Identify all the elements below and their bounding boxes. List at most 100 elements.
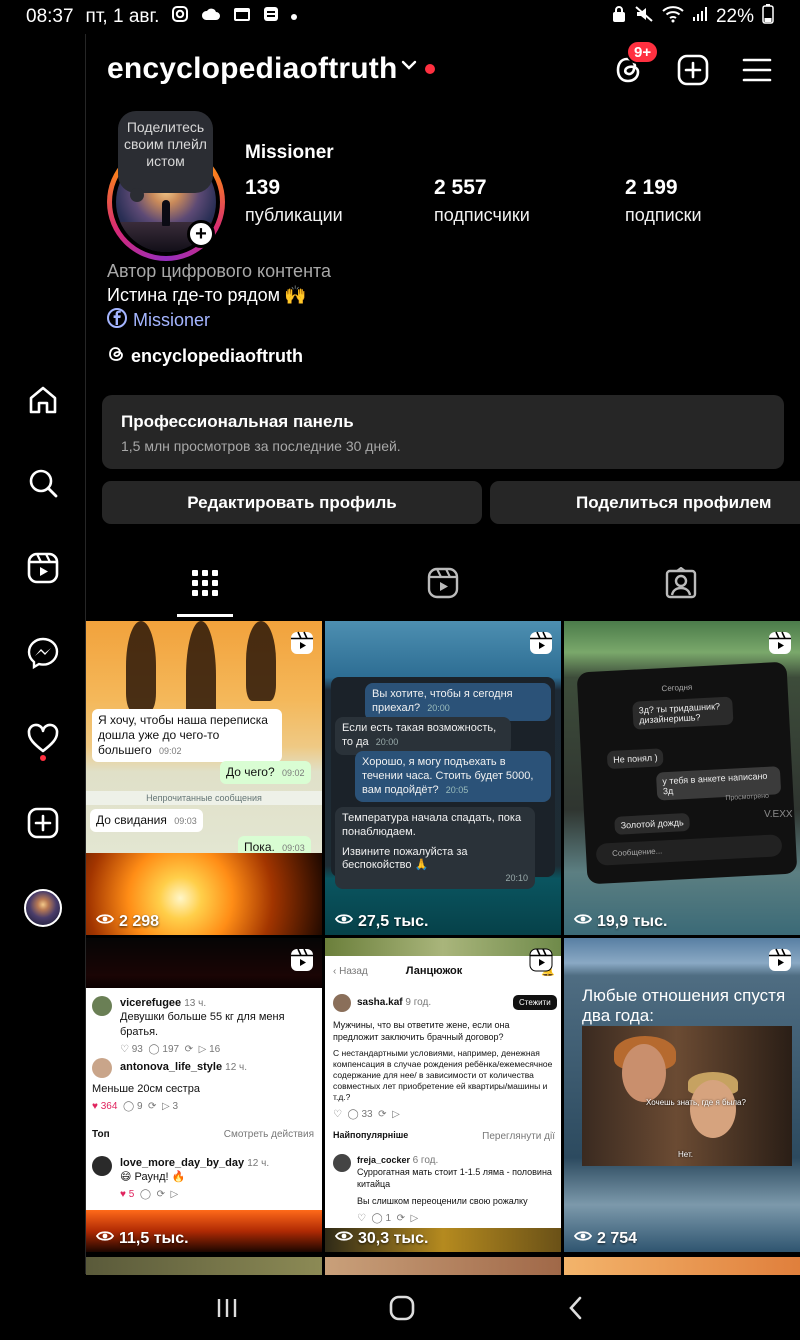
chevron-down-icon[interactable] [400,58,418,77]
reel-icon [768,948,792,977]
see-activity-link: Смотреть действия [223,1129,314,1140]
tab-grid[interactable] [177,556,233,614]
wheat-silhouette [246,621,276,701]
wifi-icon [662,5,684,29]
instagram-icon [171,5,189,29]
search-icon[interactable] [22,462,64,504]
view-count: 27,5 тыс. [334,912,429,931]
view-count-value: 27,5 тыс. [358,912,429,930]
thread-time: 6 год. [412,1155,439,1166]
username[interactable]: encyclopediaoftruth [107,52,398,86]
chat-time: 09:02 [158,746,182,756]
view-count-value: 2 298 [119,912,160,930]
like-count: 5 [128,1188,135,1200]
grid-post[interactable]: ‹ Назад Ланцюжок 🔔 sasha.kaf 9 год. Стеж… [325,938,561,1252]
thread-post: freja_cocker 6 год. Суррогатная мать сто… [357,1154,553,1225]
thread-post: vicerefugee 13 ч. Девушки больше 55 кг д… [120,996,316,1056]
profile-tabs [86,556,800,618]
chat-message-out: Вы хотите, чтобы я сегодня приехал? 20:0… [365,683,551,721]
status-time: 08:37 [26,6,74,27]
activity-dot [40,755,46,761]
grid-post[interactable] [86,1257,322,1275]
tab-tagged[interactable] [653,556,709,614]
grid-post[interactable]: Любые отношения спустя два года: Хочешь … [564,938,800,1252]
grid-post[interactable]: vicerefugee 13 ч. Девушки больше 55 кг д… [86,938,322,1252]
thread-text: 😄 Раунд! 🔥 [120,1171,186,1184]
thread-sort-row: Топ Смотреть действия [92,1128,314,1141]
posts-count: 139 [245,176,281,199]
message-input-placeholder: Сообщение... [611,846,663,859]
reel-icon [290,948,314,977]
chat-message-in: До свидания 09:03 [90,809,203,832]
grid-post[interactable]: Вы хотите, чтобы я сегодня приехал? 20:0… [325,621,561,935]
chat-time: 09:02 [282,768,305,778]
share-profile-button[interactable]: Поделиться профилем [490,481,800,524]
view-count-value: 11,5 тыс. [119,1229,189,1247]
heart-icon[interactable] [22,718,64,760]
notification-dot [291,14,298,20]
home-button-icon[interactable] [382,1292,422,1324]
bio-text: Истина где-то рядом [107,285,280,305]
post-caption: Любые отношения спустя два года: [582,986,786,1025]
eye-icon [95,912,115,931]
followers-stat[interactable]: 2 557 подписчики [434,176,530,226]
posts-label: публикации [245,205,343,225]
threads-profile-link[interactable]: encyclopediaoftruth [107,344,303,369]
thread-time: 9 год. [405,997,432,1008]
reels-icon[interactable] [22,547,64,589]
back-icon[interactable] [556,1292,596,1324]
thread-avatar [92,1058,112,1078]
thread-username: freja_cocker [357,1155,411,1165]
thread-text: Девушки больше 55 кг для меня братья. [120,1011,285,1038]
view-count: 2 298 [95,912,160,931]
thread-author: sasha.kaf 9 год. [357,996,431,1009]
grid-post[interactable]: Сегодня 3д? ты тридашник? дизайнеришь? Н… [564,621,800,935]
posts-stat[interactable]: 139 публикации [245,176,343,226]
menu-icon[interactable] [737,50,777,90]
tab-reels[interactable] [415,556,471,614]
chat-time: 09:03 [174,816,197,826]
comment-count: 33 [361,1109,373,1120]
professional-dashboard[interactable]: Профессиональная панель 1,5 млн просмотр… [102,395,784,469]
chat-time: 20:10 [505,873,528,883]
thread-avatar [92,996,112,1016]
grid-post[interactable] [325,1257,561,1275]
grid-post[interactable] [564,1257,800,1275]
view-count: 11,5 тыс. [95,1229,189,1248]
create-icon[interactable] [673,50,713,90]
facebook-link[interactable]: Missioner [107,308,210,333]
thread-actions: ♥ 5 ◯ ⟳ ▷ [120,1188,179,1200]
comment-count: 197 [162,1043,180,1055]
phone-screen: Сегодня 3д? ты тридашник? дизайнеришь? Н… [576,661,798,885]
home-icon[interactable] [22,379,64,421]
account-notification-dot [425,64,435,74]
back-link: ‹ Назад [333,965,368,977]
followers-count: 2 557 [434,176,487,199]
reel-icon [768,631,792,660]
grid-post[interactable]: Я хочу, чтобы наша переписка дошла уже д… [86,621,322,935]
thread-username: antonova_life_style [120,1061,223,1073]
following-stat[interactable]: 2 199 подписки [625,176,702,226]
chat-time: 20:00 [375,736,399,747]
avatar[interactable] [22,887,64,929]
edit-profile-button[interactable]: Редактировать профиль [102,481,482,524]
calendar-icon [233,6,251,28]
view-activity-link: Переглянути дії [482,1131,555,1142]
pro-panel-title: Профессиональная панель [121,412,354,431]
thread-nav: ‹ Назад Ланцюжок 🔔 [333,964,555,978]
reel-icon [529,631,553,660]
view-count-value: 2 754 [597,1229,638,1247]
view-count-value: 19,9 тыс. [597,912,668,930]
note-bubble[interactable]: Поделитесь своим плейлистом [118,111,213,193]
thread-time: 12 ч. [247,1158,270,1169]
thread-avatar [333,994,351,1012]
thread-text: Вы слишком переоценили свою рожалку [357,1196,528,1207]
recent-apps-icon[interactable] [207,1292,247,1324]
messenger-icon[interactable] [22,632,64,674]
create-icon[interactable] [22,802,64,844]
eye-icon [573,912,593,931]
add-story-button[interactable]: + [187,220,215,248]
profile-header: encyclopediaoftruth 9+ [86,34,800,106]
pro-panel-subtitle: 1,5 млн просмотров за последние 30 дней. [121,438,401,454]
following-count: 2 199 [625,176,678,199]
